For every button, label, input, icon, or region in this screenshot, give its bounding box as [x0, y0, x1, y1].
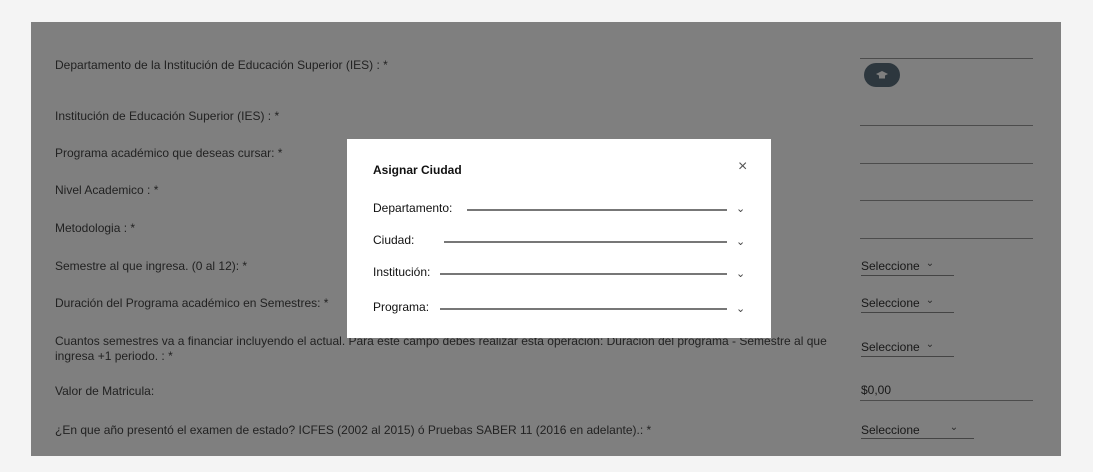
modal-ciudad-select[interactable]	[444, 241, 727, 243]
modal-institucion-label: Institución:	[373, 265, 431, 279]
modal-ciudad-label: Ciudad:	[373, 233, 415, 247]
chevron-down-icon[interactable]: ⌄	[736, 302, 745, 315]
modal-institucion-select[interactable]	[440, 273, 727, 275]
modal-title: Asignar Ciudad	[373, 163, 462, 177]
modal-departamento-label: Departamento:	[373, 201, 453, 215]
asignar-ciudad-modal: Asignar Ciudad × Departamento: ⌄ Ciudad:…	[347, 139, 771, 338]
chevron-down-icon[interactable]: ⌄	[736, 202, 745, 215]
modal-programa-select[interactable]	[440, 308, 727, 310]
modal-departamento-select[interactable]	[467, 209, 727, 211]
modal-programa-label: Programa:	[373, 300, 430, 314]
chevron-down-icon[interactable]: ⌄	[736, 267, 745, 280]
close-icon[interactable]: ×	[738, 158, 747, 176]
chevron-down-icon[interactable]: ⌄	[736, 235, 745, 248]
